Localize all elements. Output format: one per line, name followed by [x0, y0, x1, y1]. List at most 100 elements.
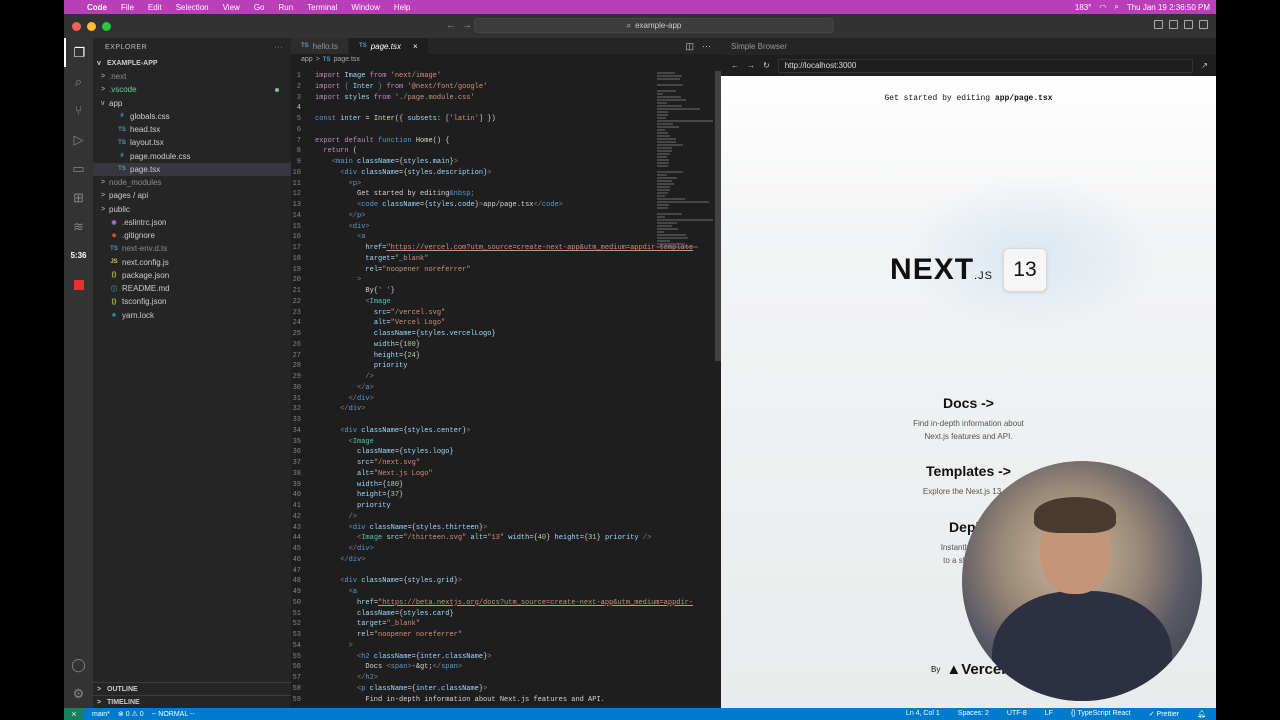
menu-help[interactable]: Help [394, 3, 410, 12]
minimap[interactable] [657, 71, 715, 248]
menu-terminal[interactable]: Terminal [307, 3, 337, 12]
code-line[interactable]: 56 Docs <span>-&gt;</span> [291, 662, 721, 673]
code-line[interactable]: 45 </div> [291, 544, 721, 555]
settings-gear-icon[interactable]: ⚙ [64, 679, 93, 708]
code-line[interactable]: 54 > [291, 641, 721, 652]
code-line[interactable]: 22 <Image [291, 297, 721, 308]
code-line[interactable]: 18 target="_blank" [291, 254, 721, 265]
explorer-icon[interactable]: ❐ [64, 38, 93, 67]
code-line[interactable]: 37 src="/next.svg" [291, 458, 721, 469]
code-line[interactable]: 32 </div> [291, 404, 721, 415]
minimize-window-button[interactable] [87, 21, 96, 31]
more-actions-icon[interactable]: ··· [275, 44, 284, 51]
file-tree-item[interactable]: JS next.config.js [93, 256, 291, 269]
code-line[interactable]: 24 alt="Vercel Logo" [291, 318, 721, 329]
split-editor-icon[interactable]: ◫ [685, 41, 694, 52]
stop-recording-icon[interactable] [73, 280, 84, 290]
menu-edit[interactable]: Edit [148, 3, 162, 12]
code-line[interactable]: 58 <p className={inter.className}> [291, 684, 721, 695]
file-tree-item[interactable]: ◆ .gitignore [93, 229, 291, 242]
file-tree-item[interactable]: # page.module.css [93, 150, 291, 163]
browser-tab[interactable]: Simple Browser [721, 38, 1216, 55]
file-tree-item[interactable]: # globals.css [93, 110, 291, 123]
code-line[interactable]: 50 href="https://beta.nextjs.org/docs?ut… [291, 598, 721, 609]
file-tree-item[interactable]: > .next [93, 70, 291, 83]
command-center-search[interactable]: ⌕ example-app [474, 18, 834, 33]
code-line[interactable]: 46 </div> [291, 555, 721, 566]
code-line[interactable]: 36 className={styles.logo} [291, 447, 721, 458]
menu-view[interactable]: View [223, 3, 240, 12]
forward-arrow-icon[interactable]: → [747, 61, 755, 70]
file-tree-item[interactable]: TS page.tsx [93, 162, 291, 176]
toggle-sidebar-icon[interactable] [1154, 20, 1163, 29]
code-line[interactable]: 49 <a [291, 587, 721, 598]
back-arrow-icon[interactable]: ← [446, 20, 456, 31]
file-tree-item[interactable]: > node_modules [93, 176, 291, 189]
encoding[interactable]: UTF-8 [1007, 710, 1027, 718]
workspace-root[interactable]: v EXAMPLE-APP [93, 56, 291, 70]
close-window-button[interactable] [72, 21, 81, 31]
extensions-icon[interactable]: ⊞ [64, 183, 93, 212]
code-line[interactable]: 33 [291, 415, 721, 426]
breadcrumb-folder[interactable]: app [301, 56, 313, 63]
search-icon[interactable]: ⌕ [64, 67, 93, 96]
file-tree-item[interactable]: ⓘ README.md [93, 282, 291, 295]
indentation[interactable]: Spaces: 2 [958, 710, 989, 718]
account-icon[interactable]: ◯ [64, 650, 93, 679]
clock[interactable]: Thu Jan 19 2:36:50 PM [1127, 3, 1210, 12]
menu-file[interactable]: File [121, 3, 134, 12]
close-tab-icon[interactable]: × [413, 42, 418, 51]
code-line[interactable]: 23 src="/vercel.svg" [291, 308, 721, 319]
code-line[interactable]: 30 </a> [291, 383, 721, 394]
menu-window[interactable]: Window [351, 3, 379, 12]
open-external-icon[interactable]: ↗ [1201, 61, 1208, 70]
code-line[interactable]: 21 By{' '} [291, 286, 721, 297]
code-line[interactable]: 27 height={24} [291, 351, 721, 362]
code-line[interactable]: 26 width={100} [291, 340, 721, 351]
menu-go[interactable]: Go [254, 3, 265, 12]
timeline-section[interactable]: > TIMELINE [93, 695, 291, 708]
search-icon[interactable]: ⌕ [1114, 2, 1118, 12]
file-tree-item[interactable]: > public [93, 203, 291, 216]
file-tree-item[interactable]: v app [93, 97, 291, 110]
code-line[interactable]: 40 height={37} [291, 490, 721, 501]
tab-hello-ts[interactable]: TS hello.ts [291, 38, 350, 54]
file-tree-item[interactable]: TS head.tsx [93, 123, 291, 136]
code-line[interactable]: 41 priority [291, 501, 721, 512]
file-tree-item[interactable]: > .vscode [93, 83, 291, 96]
code-line[interactable]: 39 width={180} [291, 480, 721, 491]
toggle-panel-icon[interactable] [1169, 20, 1178, 29]
language-mode[interactable]: {} TypeScript React [1071, 710, 1131, 718]
file-tree-item[interactable]: TS layout.tsx [93, 136, 291, 149]
back-arrow-icon[interactable]: ← [731, 61, 739, 70]
file-tree-item[interactable]: {} tsconfig.json [93, 295, 291, 308]
notifications-bell-icon[interactable]: 🔔︎ [1197, 710, 1206, 718]
wifi-icon[interactable]: ◠ [1099, 3, 1106, 12]
line-endings[interactable]: LF [1045, 710, 1053, 718]
tab-page-tsx[interactable]: TS page.tsx × [349, 38, 429, 54]
remote-indicator-icon[interactable]: ⨯ [64, 708, 84, 720]
code-line[interactable]: 47 [291, 566, 721, 577]
url-input[interactable]: http://localhost:3000 [777, 58, 1194, 73]
code-line[interactable]: 29 /> [291, 372, 721, 383]
code-line[interactable]: 53 rel="noopener noreferrer" [291, 630, 721, 641]
code-line[interactable]: 44 <Image src="/thirteen.svg" alt="13" w… [291, 533, 721, 544]
run-debug-icon[interactable]: ▷ [64, 125, 93, 154]
code-line[interactable]: 51 className={styles.card} [291, 609, 721, 620]
menu-selection[interactable]: Selection [176, 3, 209, 12]
code-line[interactable]: 38 alt="Next.js Logo" [291, 469, 721, 480]
docker-icon[interactable]: ≋ [64, 212, 93, 241]
code-line[interactable]: 31 </div> [291, 394, 721, 405]
code-line[interactable]: 25 className={styles.vercelLogo} [291, 329, 721, 340]
file-tree-item[interactable]: ❖ yarn.lock [93, 309, 291, 322]
reload-icon[interactable]: ↻ [763, 61, 770, 70]
code-line[interactable]: 43 <div className={styles.thirteen}> [291, 523, 721, 534]
file-tree-item[interactable]: TS next-env.d.ts [93, 242, 291, 255]
code-line[interactable]: 42 /> [291, 512, 721, 523]
customize-layout-icon[interactable] [1199, 20, 1208, 29]
code-line[interactable]: 28 priority [291, 361, 721, 372]
code-line[interactable]: 48 <div className={styles.grid}> [291, 576, 721, 587]
forward-arrow-icon[interactable]: → [462, 20, 472, 31]
menu-run[interactable]: Run [278, 3, 293, 12]
toggle-secondary-sidebar-icon[interactable] [1184, 20, 1193, 29]
